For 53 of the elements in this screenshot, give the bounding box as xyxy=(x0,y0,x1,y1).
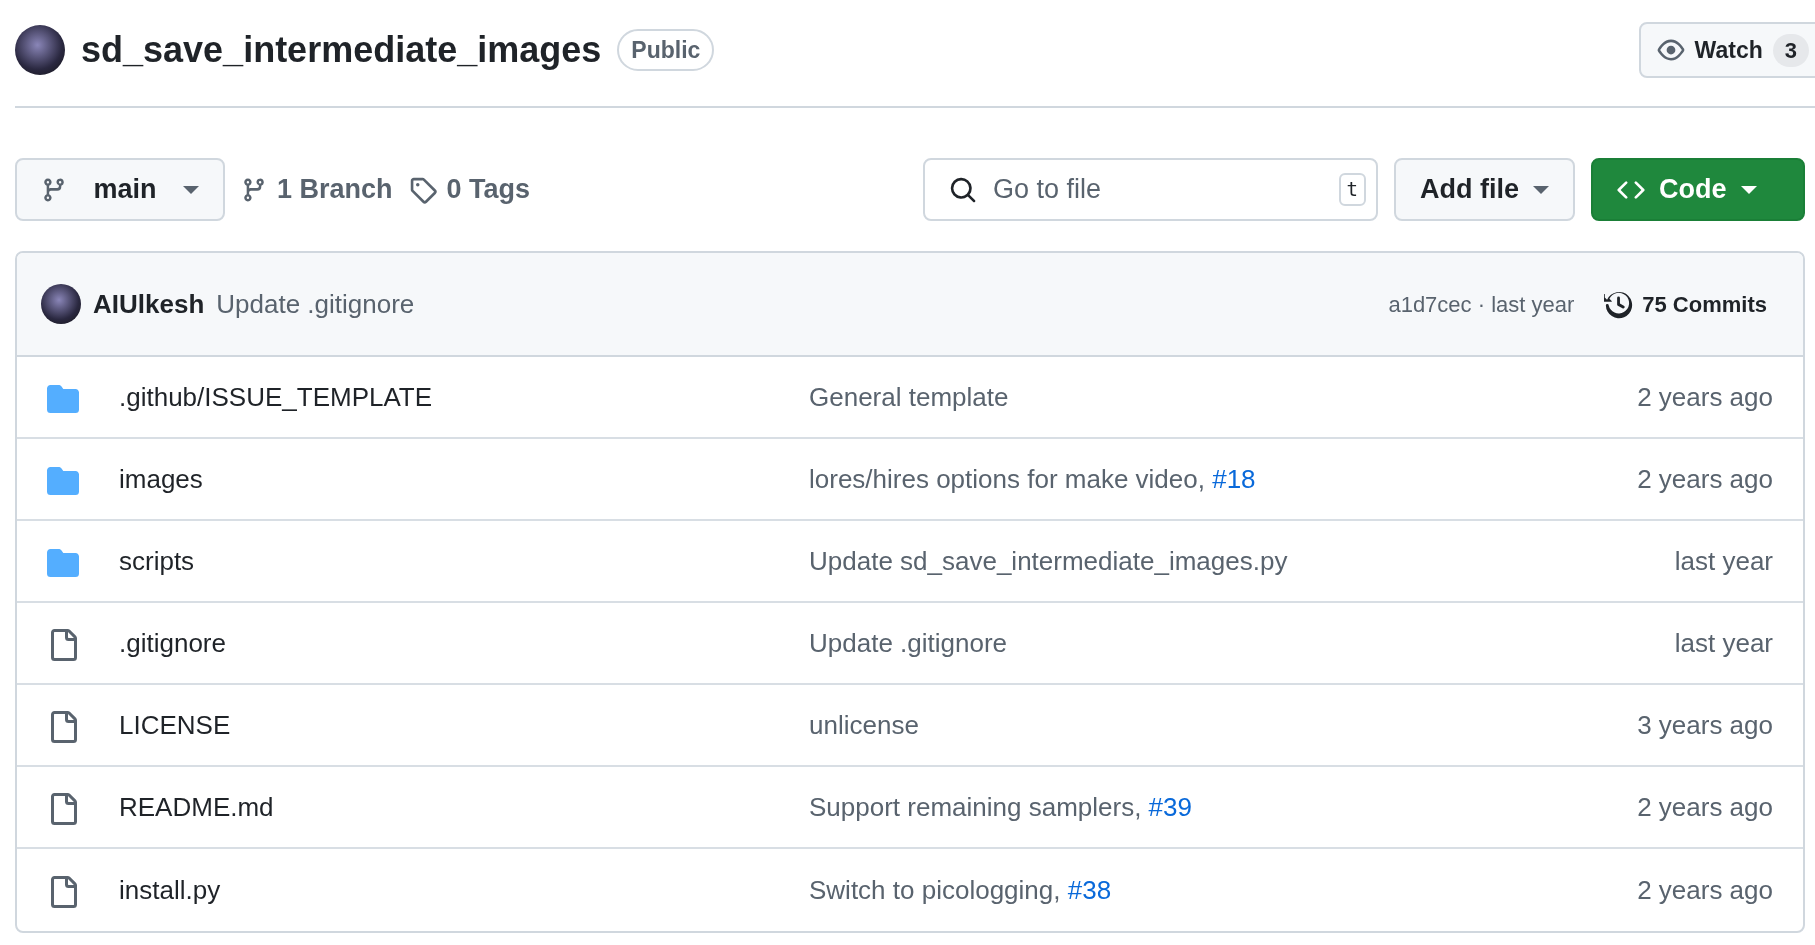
file-search-field[interactable]: Go to file xyxy=(991,169,1325,210)
folder-icon xyxy=(47,464,79,497)
file-link[interactable]: .gitignore xyxy=(119,627,226,658)
caret-icon xyxy=(183,185,199,194)
keyboard-shortcut: t xyxy=(1338,173,1366,206)
branch-icon xyxy=(241,176,267,203)
commits-link[interactable]: 75 Commits xyxy=(1604,287,1767,321)
commit-time: last year xyxy=(1674,544,1773,578)
branch-icon xyxy=(41,176,67,203)
branches-link[interactable]: 1 Branch xyxy=(241,169,393,210)
avatar-image xyxy=(15,25,65,75)
file-link[interactable]: README.md xyxy=(119,791,274,822)
folder-link[interactable]: .github/ISSUE_TEMPLATE xyxy=(119,381,433,412)
search-icon xyxy=(949,175,977,204)
commit-message: unlicense xyxy=(809,708,920,742)
issue-link[interactable]: #39 xyxy=(1148,791,1192,822)
author-link[interactable]: AIUlkesh xyxy=(93,284,205,324)
code-button[interactable]: Code xyxy=(1591,158,1805,221)
folder-link[interactable]: scripts xyxy=(119,545,195,576)
commit-message: Switch to picologging, #38 xyxy=(809,873,1113,907)
folder-icon xyxy=(47,382,79,415)
commit-message: Update .gitignore xyxy=(809,626,1009,660)
commit-time: 3 years ago xyxy=(1637,708,1773,742)
file-link[interactable]: LICENSE xyxy=(119,709,231,740)
commit-time: 2 years ago xyxy=(1637,790,1773,824)
file-search-box[interactable]: Go to file t xyxy=(923,158,1378,221)
watcher-count: 3 xyxy=(1772,33,1809,67)
folder-icon xyxy=(47,546,79,579)
branch-selector[interactable]: main xyxy=(15,158,225,221)
commit-time: 2 years ago xyxy=(1637,873,1773,907)
commit-time: 2 years ago xyxy=(1637,380,1773,414)
commit-message[interactable]: Update .gitignore xyxy=(216,284,415,324)
commit-message: Support remaining samplers, #39 xyxy=(809,790,1193,824)
caret-icon xyxy=(1533,185,1549,194)
commit-message: lores/hires options for make video, #18 xyxy=(809,462,1257,496)
repository-name[interactable]: sd_save_intermediate_images xyxy=(81,23,602,77)
avatar-image xyxy=(41,284,81,324)
file-link[interactable]: install.py xyxy=(119,874,221,905)
commit-message: Update sd_save_intermediate_images.py xyxy=(809,544,1289,578)
add-file-button[interactable]: Add file xyxy=(1394,158,1575,221)
folder-link[interactable]: images xyxy=(119,463,203,494)
commit-hash-time: a1d7cec · last year xyxy=(1388,290,1575,319)
tags-link[interactable]: 0 Tags xyxy=(408,169,531,210)
caret-icon xyxy=(1740,185,1757,194)
issue-link[interactable]: #18 xyxy=(1212,463,1256,494)
issue-link[interactable]: #38 xyxy=(1067,874,1112,905)
commit-time: 2 years ago xyxy=(1637,462,1773,496)
visibility-label: Public xyxy=(617,28,715,72)
commit-message: General template xyxy=(809,380,1010,414)
history-icon xyxy=(1604,289,1635,319)
tag-icon xyxy=(408,175,437,204)
commit-time: last year xyxy=(1674,626,1773,660)
watch-button[interactable]: Watch 3 xyxy=(1638,22,1815,78)
